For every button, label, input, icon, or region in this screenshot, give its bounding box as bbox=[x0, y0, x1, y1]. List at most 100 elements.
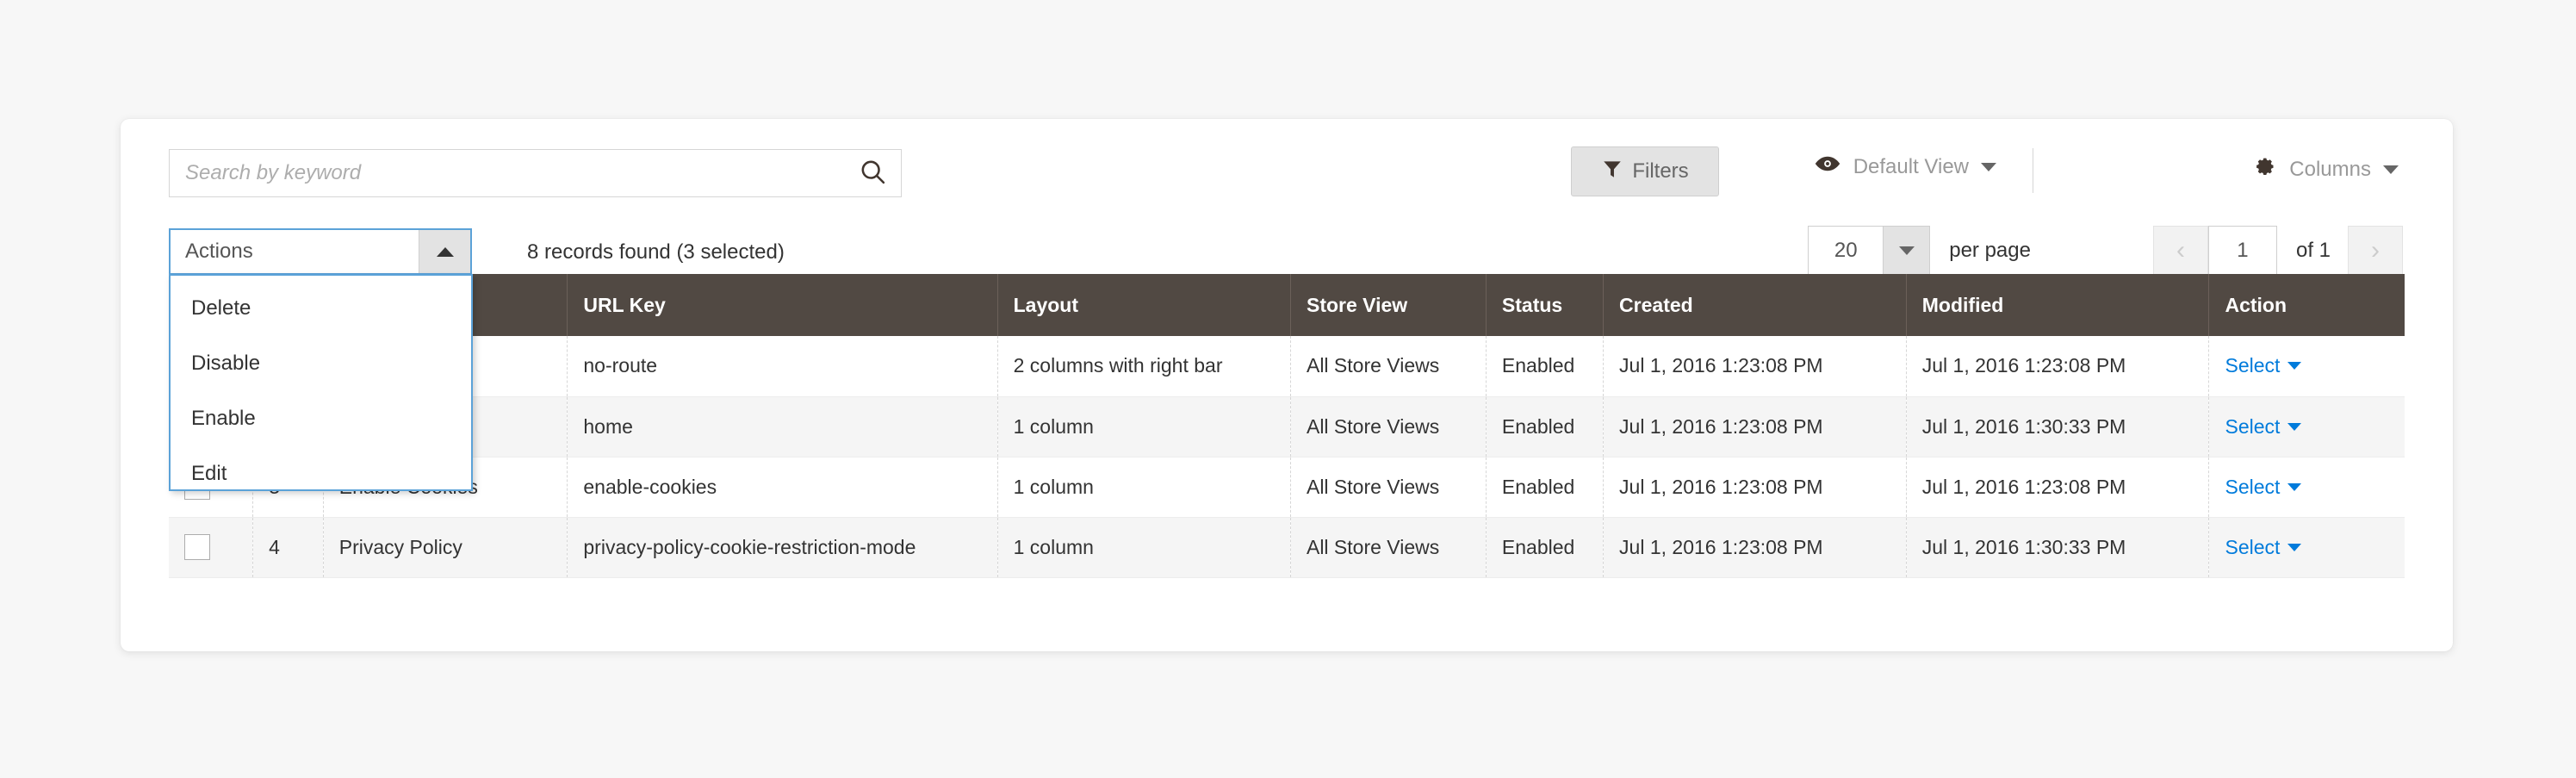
next-page-button[interactable]: › bbox=[2348, 226, 2403, 276]
row-layout: 1 column bbox=[997, 457, 1291, 518]
column-header-status[interactable]: Status bbox=[1486, 274, 1605, 336]
row-created: Jul 1, 2016 1:23:08 PM bbox=[1603, 457, 1907, 518]
total-pages-label: of 1 bbox=[2295, 239, 2331, 262]
records-found-text: 8 records found (3 selected) bbox=[527, 240, 785, 264]
chevron-down-icon bbox=[2287, 422, 2302, 431]
row-id: 4 bbox=[252, 517, 324, 578]
row-select-label: Select bbox=[2225, 535, 2281, 558]
columns-label: Columns bbox=[2289, 157, 2371, 181]
default-view-control[interactable]: Default View bbox=[1814, 153, 1996, 180]
mass-action-delete[interactable]: Delete bbox=[171, 281, 471, 336]
screen-root: Filters Default View bbox=[0, 0, 2576, 778]
row-modified: Jul 1, 2016 1:30:33 PM bbox=[1906, 517, 2210, 578]
current-page-input[interactable] bbox=[2207, 226, 2277, 276]
column-header-url-key[interactable]: URL Key bbox=[567, 274, 998, 336]
column-header-layout[interactable]: Layout bbox=[997, 274, 1291, 336]
chevron-down-icon bbox=[1981, 162, 1996, 171]
row-checkbox[interactable] bbox=[184, 534, 210, 560]
column-header-action: Action bbox=[2208, 274, 2405, 336]
row-action-cell[interactable]: Select bbox=[2208, 336, 2405, 397]
row-created: Jul 1, 2016 1:23:08 PM bbox=[1603, 517, 1907, 578]
gear-icon bbox=[2251, 153, 2277, 185]
row-status: Enabled bbox=[1486, 457, 1605, 518]
column-header-created[interactable]: Created bbox=[1603, 274, 1907, 336]
row-status: Enabled bbox=[1486, 517, 1605, 578]
row-modified: Jul 1, 2016 1:30:33 PM bbox=[1906, 396, 2210, 457]
pagination: 20 per page ‹ of 1 › bbox=[1808, 226, 2403, 276]
row-layout: 2 columns with right bar bbox=[997, 336, 1291, 397]
table-row[interactable]: 1 404 Not Found no-route 2 columns with … bbox=[169, 336, 2405, 397]
row-select-link[interactable]: Select bbox=[2225, 475, 2302, 499]
chevron-right-icon: › bbox=[2371, 236, 2380, 265]
row-url-key: home bbox=[567, 396, 998, 457]
row-status: Enabled bbox=[1486, 336, 1605, 397]
mass-action-delete-label: Delete bbox=[191, 296, 251, 320]
row-select-label: Select bbox=[2225, 414, 2281, 438]
row-action-cell[interactable]: Select bbox=[2208, 517, 2405, 578]
grid-toolbar: Filters Default View bbox=[121, 119, 2453, 209]
search-icon bbox=[859, 158, 888, 190]
mass-action-edit-label: Edit bbox=[191, 462, 227, 485]
mass-actions-select[interactable]: Actions bbox=[169, 228, 472, 275]
previous-page-button[interactable]: ‹ bbox=[2152, 226, 2208, 276]
row-modified: Jul 1, 2016 1:23:08 PM bbox=[1906, 457, 2210, 518]
cms-pages-table: URL Key Layout Store View Status Created… bbox=[169, 274, 2405, 578]
mass-action-edit[interactable]: Edit bbox=[171, 446, 471, 501]
per-page-label: per page bbox=[1949, 239, 2031, 262]
mass-action-disable[interactable]: Disable bbox=[171, 336, 471, 391]
table-row[interactable]: 4 Privacy Policy privacy-policy-cookie-r… bbox=[169, 517, 2405, 578]
chevron-left-icon: ‹ bbox=[2176, 236, 2185, 265]
row-action-cell[interactable]: Select bbox=[2208, 396, 2405, 457]
mass-action-enable[interactable]: Enable bbox=[171, 391, 471, 446]
row-url-key: enable-cookies bbox=[567, 457, 998, 518]
per-page-value: 20 bbox=[1834, 239, 1858, 262]
row-select-link[interactable]: Select bbox=[2225, 354, 2302, 377]
filters-button-label: Filters bbox=[1632, 159, 1689, 183]
mass-actions-label: Actions bbox=[185, 240, 253, 263]
default-view-label: Default View bbox=[1853, 154, 1969, 178]
search-box[interactable] bbox=[169, 149, 902, 197]
columns-control[interactable]: Columns bbox=[2251, 153, 2399, 185]
row-layout: 1 column bbox=[997, 396, 1291, 457]
chevron-down-icon bbox=[1898, 246, 1915, 255]
row-store-view: All Store Views bbox=[1290, 457, 1487, 518]
per-page-toggle[interactable] bbox=[1883, 227, 1930, 275]
row-select-label: Select bbox=[2225, 354, 2281, 377]
search-input[interactable] bbox=[170, 161, 846, 185]
chevron-down-icon bbox=[2287, 543, 2302, 551]
chevron-down-icon bbox=[2287, 482, 2302, 491]
per-page-select[interactable]: 20 bbox=[1808, 226, 1931, 276]
table-row[interactable]: 2 Home Page home 1 column All Store View… bbox=[169, 396, 2405, 457]
row-url-key: no-route bbox=[567, 336, 998, 397]
row-created: Jul 1, 2016 1:23:08 PM bbox=[1603, 396, 1907, 457]
row-url-key: privacy-policy-cookie-restriction-mode bbox=[567, 517, 998, 578]
mass-actions-menu[interactable]: Delete Disable Enable Edit bbox=[169, 274, 473, 491]
table-row[interactable]: 3 Enable Cookies enable-cookies 1 column… bbox=[169, 457, 2405, 518]
actions-row: Actions 8 records found (3 selected) 20 … bbox=[121, 209, 2453, 276]
chevron-up-icon bbox=[436, 246, 454, 257]
row-checkbox-cell[interactable] bbox=[169, 517, 254, 578]
funnel-icon bbox=[1601, 158, 1623, 186]
chevron-down-icon bbox=[2383, 165, 2399, 174]
search-button[interactable] bbox=[846, 150, 901, 196]
row-select-link[interactable]: Select bbox=[2225, 535, 2302, 559]
row-status: Enabled bbox=[1486, 396, 1605, 457]
eye-icon bbox=[1814, 153, 1841, 180]
row-created: Jul 1, 2016 1:23:08 PM bbox=[1603, 336, 1907, 397]
mass-actions-toggle[interactable] bbox=[419, 230, 470, 273]
row-select-link[interactable]: Select bbox=[2225, 414, 2302, 439]
filters-button[interactable]: Filters bbox=[1571, 146, 1719, 196]
row-select-label: Select bbox=[2225, 475, 2281, 498]
mass-action-enable-label: Enable bbox=[191, 407, 256, 430]
column-header-store-view[interactable]: Store View bbox=[1290, 274, 1487, 336]
row-store-view: All Store Views bbox=[1290, 396, 1487, 457]
table-header-row: URL Key Layout Store View Status Created… bbox=[169, 274, 2405, 336]
row-layout: 1 column bbox=[997, 517, 1291, 578]
row-action-cell[interactable]: Select bbox=[2208, 457, 2405, 518]
column-header-modified[interactable]: Modified bbox=[1906, 274, 2210, 336]
row-modified: Jul 1, 2016 1:23:08 PM bbox=[1906, 336, 2210, 397]
row-store-view: All Store Views bbox=[1290, 336, 1487, 397]
table-body: 1 404 Not Found no-route 2 columns with … bbox=[169, 336, 2405, 578]
row-title: Privacy Policy bbox=[323, 517, 568, 578]
chevron-down-icon bbox=[2287, 362, 2302, 370]
